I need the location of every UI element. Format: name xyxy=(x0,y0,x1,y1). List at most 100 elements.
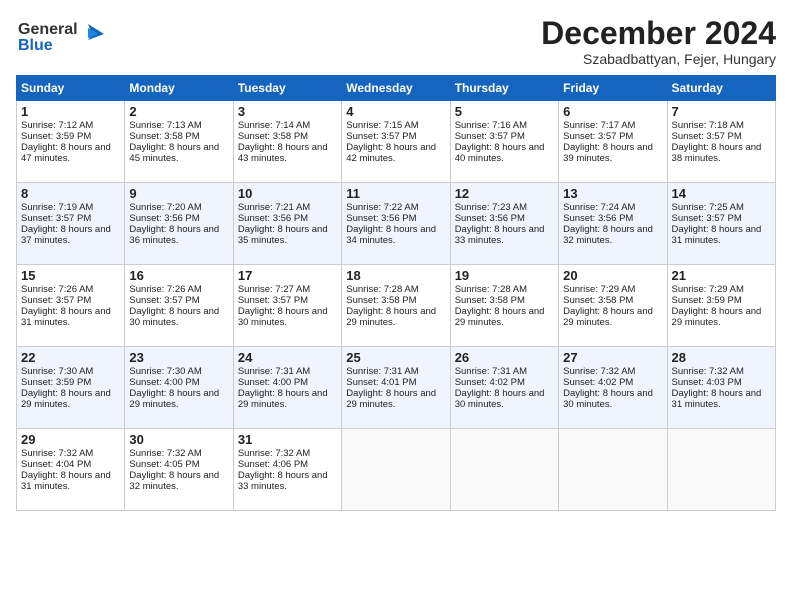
sunrise-text: Sunrise: 7:18 AM xyxy=(672,120,771,131)
sunset-text: Sunset: 3:56 PM xyxy=(238,213,337,224)
header: General Blue December 2024 Szabadbattyan… xyxy=(16,16,776,67)
calendar-cell: 19Sunrise: 7:28 AMSunset: 3:58 PMDayligh… xyxy=(450,265,558,347)
daylight-text: Daylight: 8 hours and 35 minutes. xyxy=(238,224,337,246)
sunset-text: Sunset: 3:57 PM xyxy=(346,131,445,142)
calendar-cell: 3Sunrise: 7:14 AMSunset: 3:58 PMDaylight… xyxy=(233,101,341,183)
daylight-text: Daylight: 8 hours and 34 minutes. xyxy=(346,224,445,246)
daylight-text: Daylight: 8 hours and 42 minutes. xyxy=(346,142,445,164)
day-number: 12 xyxy=(455,186,554,201)
day-number: 28 xyxy=(672,350,771,365)
sunrise-text: Sunrise: 7:20 AM xyxy=(129,202,228,213)
sunrise-text: Sunrise: 7:31 AM xyxy=(238,366,337,377)
daylight-text: Daylight: 8 hours and 33 minutes. xyxy=(455,224,554,246)
calendar-cell xyxy=(667,429,775,511)
sunrise-text: Sunrise: 7:12 AM xyxy=(21,120,120,131)
daylight-text: Daylight: 8 hours and 29 minutes. xyxy=(129,388,228,410)
day-number: 15 xyxy=(21,268,120,283)
sunset-text: Sunset: 3:58 PM xyxy=(346,295,445,306)
sunrise-text: Sunrise: 7:28 AM xyxy=(346,284,445,295)
daylight-text: Daylight: 8 hours and 31 minutes. xyxy=(672,388,771,410)
day-number: 31 xyxy=(238,432,337,447)
page: General Blue December 2024 Szabadbattyan… xyxy=(0,0,792,612)
day-number: 29 xyxy=(21,432,120,447)
calendar-cell: 2Sunrise: 7:13 AMSunset: 3:58 PMDaylight… xyxy=(125,101,233,183)
calendar-cell: 9Sunrise: 7:20 AMSunset: 3:56 PMDaylight… xyxy=(125,183,233,265)
day-header-thursday: Thursday xyxy=(450,76,558,101)
sunset-text: Sunset: 3:59 PM xyxy=(672,295,771,306)
calendar-week-4: 22Sunrise: 7:30 AMSunset: 3:59 PMDayligh… xyxy=(17,347,776,429)
day-number: 5 xyxy=(455,104,554,119)
svg-text:Blue: Blue xyxy=(18,37,53,54)
sunset-text: Sunset: 3:56 PM xyxy=(455,213,554,224)
sunset-text: Sunset: 3:57 PM xyxy=(672,213,771,224)
calendar-cell: 26Sunrise: 7:31 AMSunset: 4:02 PMDayligh… xyxy=(450,347,558,429)
daylight-text: Daylight: 8 hours and 45 minutes. xyxy=(129,142,228,164)
sunrise-text: Sunrise: 7:31 AM xyxy=(346,366,445,377)
day-number: 8 xyxy=(21,186,120,201)
sunrise-text: Sunrise: 7:16 AM xyxy=(455,120,554,131)
day-number: 22 xyxy=(21,350,120,365)
day-number: 14 xyxy=(672,186,771,201)
sunrise-text: Sunrise: 7:26 AM xyxy=(21,284,120,295)
calendar-cell: 1Sunrise: 7:12 AMSunset: 3:59 PMDaylight… xyxy=(17,101,125,183)
sunset-text: Sunset: 3:59 PM xyxy=(21,377,120,388)
calendar-cell: 18Sunrise: 7:28 AMSunset: 3:58 PMDayligh… xyxy=(342,265,450,347)
calendar-cell: 5Sunrise: 7:16 AMSunset: 3:57 PMDaylight… xyxy=(450,101,558,183)
daylight-text: Daylight: 8 hours and 30 minutes. xyxy=(238,306,337,328)
calendar-cell xyxy=(450,429,558,511)
sunset-text: Sunset: 4:05 PM xyxy=(129,459,228,470)
day-number: 25 xyxy=(346,350,445,365)
title-block: December 2024 Szabadbattyan, Fejer, Hung… xyxy=(541,16,776,67)
calendar-cell: 29Sunrise: 7:32 AMSunset: 4:04 PMDayligh… xyxy=(17,429,125,511)
sunset-text: Sunset: 3:57 PM xyxy=(563,131,662,142)
daylight-text: Daylight: 8 hours and 30 minutes. xyxy=(563,388,662,410)
sunset-text: Sunset: 3:57 PM xyxy=(129,295,228,306)
sunset-text: Sunset: 3:59 PM xyxy=(21,131,120,142)
sunset-text: Sunset: 3:58 PM xyxy=(129,131,228,142)
day-header-tuesday: Tuesday xyxy=(233,76,341,101)
calendar-cell: 7Sunrise: 7:18 AMSunset: 3:57 PMDaylight… xyxy=(667,101,775,183)
calendar-cell: 20Sunrise: 7:29 AMSunset: 3:58 PMDayligh… xyxy=(559,265,667,347)
calendar-cell: 14Sunrise: 7:25 AMSunset: 3:57 PMDayligh… xyxy=(667,183,775,265)
daylight-text: Daylight: 8 hours and 29 minutes. xyxy=(672,306,771,328)
subtitle: Szabadbattyan, Fejer, Hungary xyxy=(541,51,776,67)
daylight-text: Daylight: 8 hours and 29 minutes. xyxy=(346,306,445,328)
daylight-text: Daylight: 8 hours and 32 minutes. xyxy=(129,470,228,492)
day-number: 18 xyxy=(346,268,445,283)
calendar-cell: 22Sunrise: 7:30 AMSunset: 3:59 PMDayligh… xyxy=(17,347,125,429)
calendar-cell: 31Sunrise: 7:32 AMSunset: 4:06 PMDayligh… xyxy=(233,429,341,511)
sunrise-text: Sunrise: 7:30 AM xyxy=(129,366,228,377)
sunset-text: Sunset: 3:58 PM xyxy=(238,131,337,142)
sunset-text: Sunset: 3:57 PM xyxy=(21,295,120,306)
sunrise-text: Sunrise: 7:30 AM xyxy=(21,366,120,377)
daylight-text: Daylight: 8 hours and 38 minutes. xyxy=(672,142,771,164)
day-number: 2 xyxy=(129,104,228,119)
sunset-text: Sunset: 3:57 PM xyxy=(672,131,771,142)
day-number: 23 xyxy=(129,350,228,365)
calendar-cell: 11Sunrise: 7:22 AMSunset: 3:56 PMDayligh… xyxy=(342,183,450,265)
day-number: 3 xyxy=(238,104,337,119)
day-header-monday: Monday xyxy=(125,76,233,101)
sunrise-text: Sunrise: 7:29 AM xyxy=(672,284,771,295)
sunrise-text: Sunrise: 7:24 AM xyxy=(563,202,662,213)
sunset-text: Sunset: 4:02 PM xyxy=(455,377,554,388)
sunrise-text: Sunrise: 7:19 AM xyxy=(21,202,120,213)
daylight-text: Daylight: 8 hours and 36 minutes. xyxy=(129,224,228,246)
sunrise-text: Sunrise: 7:26 AM xyxy=(129,284,228,295)
logo: General Blue xyxy=(16,16,106,63)
sunrise-text: Sunrise: 7:13 AM xyxy=(129,120,228,131)
calendar-cell: 27Sunrise: 7:32 AMSunset: 4:02 PMDayligh… xyxy=(559,347,667,429)
day-number: 24 xyxy=(238,350,337,365)
sunrise-text: Sunrise: 7:32 AM xyxy=(129,448,228,459)
sunset-text: Sunset: 4:00 PM xyxy=(238,377,337,388)
calendar-cell: 12Sunrise: 7:23 AMSunset: 3:56 PMDayligh… xyxy=(450,183,558,265)
day-header-friday: Friday xyxy=(559,76,667,101)
calendar-cell xyxy=(559,429,667,511)
day-number: 9 xyxy=(129,186,228,201)
month-title: December 2024 xyxy=(541,16,776,51)
sunrise-text: Sunrise: 7:25 AM xyxy=(672,202,771,213)
day-header-sunday: Sunday xyxy=(17,76,125,101)
calendar-cell: 15Sunrise: 7:26 AMSunset: 3:57 PMDayligh… xyxy=(17,265,125,347)
sunset-text: Sunset: 4:00 PM xyxy=(129,377,228,388)
calendar-cell: 16Sunrise: 7:26 AMSunset: 3:57 PMDayligh… xyxy=(125,265,233,347)
